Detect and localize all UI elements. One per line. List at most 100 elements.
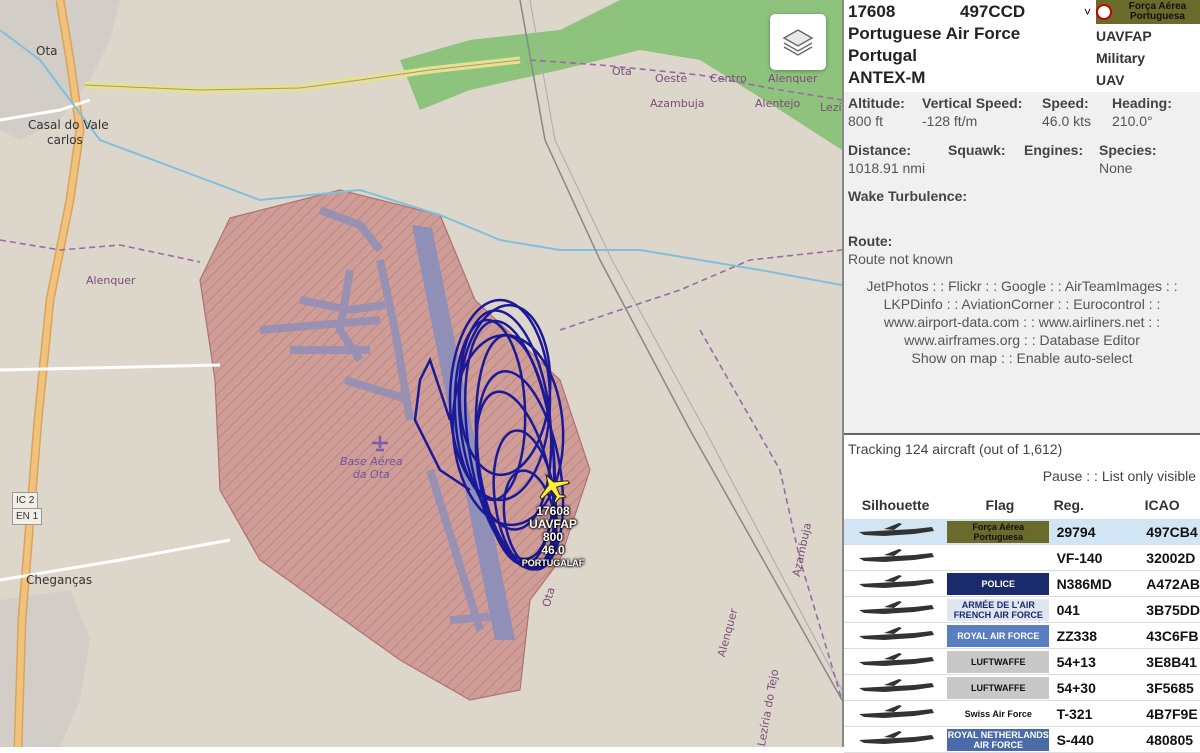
route-label: Route:: [848, 233, 893, 249]
place-ota-border: Ota: [612, 65, 632, 78]
place-base-aerea: Base Aérea da Ota: [340, 455, 403, 481]
place-alenquer-west: Alenquer: [86, 274, 136, 287]
links-line-2[interactable]: LKPDinfo : : AviationCorner : : Eurocont…: [850, 295, 1194, 313]
map-view[interactable]: Ota Casal do Vale carlos Alenquer Chegan…: [0, 0, 842, 747]
icao-cell: 480805: [1124, 726, 1200, 753]
header-reg[interactable]: Reg.: [1053, 491, 1125, 519]
icao-cell: 43C6FB: [1124, 622, 1200, 649]
silhouette-icon: [844, 596, 948, 623]
flag-badge: LUFTWAFFE: [947, 676, 1050, 699]
speed-value: 46.0 kts: [1042, 113, 1092, 129]
header-flag[interactable]: Flag: [947, 491, 1052, 519]
table-row[interactable]: Força Aérea Portuguesa 29794 497CB4: [844, 519, 1200, 545]
links-line-4[interactable]: www.airframes.org : : Database Editor: [850, 331, 1194, 349]
header-icao[interactable]: ICAO: [1124, 491, 1200, 519]
reg-cell: ZZ338: [1052, 622, 1125, 649]
table-row[interactable]: LUFTWAFFE 54+13 3E8B41: [844, 648, 1200, 675]
place-ota: Ota: [36, 44, 58, 58]
aircraft-list: Tracking 124 aircraft (out of 1,612) Pau…: [844, 433, 1200, 753]
road-shield-en1: EN 1: [12, 508, 43, 525]
selected-icao: 497CCD: [960, 2, 1026, 21]
silhouette-icon: [844, 674, 948, 701]
wake-label: Wake Turbulence:: [848, 188, 968, 204]
route-value: Route not known: [848, 251, 954, 267]
table-row[interactable]: ROYAL AIR FORCE ZZ338 43C6FB: [844, 622, 1200, 649]
selected-operator: Portuguese Air Force: [848, 24, 1021, 43]
chevron-down-icon[interactable]: ˅: [1084, 5, 1091, 19]
species-value: None: [1099, 160, 1133, 176]
sidebar-panel: 17608 497CCD Portuguese Air Force Portug…: [842, 0, 1200, 753]
label-speed: 46.0: [541, 543, 565, 557]
selected-flag: Força Aérea Portuguesa: [1096, 0, 1200, 24]
table-row[interactable]: ROYAL NETHERLANDS AIR FORCE S-440 480805: [844, 726, 1200, 753]
selected-country: Portugal: [848, 46, 917, 65]
selected-category: Military: [1096, 50, 1146, 66]
selected-hex: 17608: [848, 2, 896, 21]
icao-cell: 3B75DD: [1124, 596, 1200, 623]
altitude-label: Altitude:: [848, 95, 905, 111]
silhouette-icon: [844, 544, 948, 571]
reg-cell: 54+30: [1052, 674, 1125, 701]
icao-cell: 32002D: [1124, 544, 1200, 571]
links-line-1[interactable]: JetPhotos : : Flickr : : Google : : AirT…: [850, 277, 1194, 295]
reg-cell: 29794: [1052, 519, 1125, 545]
table-row[interactable]: ARMÉE DE L'AIR FRENCH AIR FORCE 041 3B75DD: [844, 596, 1200, 623]
distance-label: Distance:: [848, 142, 912, 158]
place-alenquer-north: Alenquer: [768, 72, 818, 85]
silhouette-icon: [844, 622, 948, 649]
table-row[interactable]: VF-140 32002D: [844, 544, 1200, 571]
roundel-icon: [1096, 4, 1112, 20]
place-oeste: Oeste: [655, 72, 688, 85]
icao-cell: 4B7F9E: [1124, 700, 1200, 727]
icao-cell: 3F5685: [1124, 674, 1200, 701]
external-links: JetPhotos : : Flickr : : Google : : AirT…: [850, 277, 1194, 367]
flag-badge: ROYAL AIR FORCE: [947, 624, 1050, 647]
place-lez: Lezí: [820, 101, 842, 114]
links-line-3[interactable]: www.airport-data.com : : www.airliners.n…: [850, 313, 1194, 331]
reg-cell: VF-140: [1052, 544, 1125, 571]
selected-aircraft-details: Altitude: 800 ft Vertical Speed: -128 ft…: [844, 92, 1200, 432]
place-carlos: carlos: [47, 133, 83, 147]
pause-link[interactable]: Pause: [1043, 468, 1083, 484]
table-row[interactable]: Swiss Air Force T-321 4B7F9E: [844, 700, 1200, 727]
icao-cell: 3E8B41: [1124, 648, 1200, 675]
species-label: Species:: [1099, 142, 1157, 158]
place-chegancas: Cheganças: [26, 573, 93, 587]
urban-area-chegancas: [0, 590, 90, 747]
reg-cell: T-321: [1052, 700, 1125, 727]
place-azambuja-north: Azambuja: [650, 97, 705, 110]
silhouette-icon: [844, 700, 948, 727]
engines-label: Engines:: [1024, 142, 1084, 158]
place-centro: Centro: [710, 72, 747, 85]
place-casal-do-vale: Casal do Vale: [28, 118, 109, 132]
aircraft-map-label[interactable]: 17608 UAVFAP 800 46.0 PORTUGALAF: [513, 505, 593, 570]
table-row[interactable]: POLICE N386MD A472AB: [844, 570, 1200, 597]
flag-badge: ARMÉE DE L'AIR FRENCH AIR FORCE: [947, 598, 1050, 621]
list-only-visible-link[interactable]: List only visible: [1102, 468, 1196, 484]
icao-cell: 497CB4: [1124, 519, 1200, 545]
selected-type: ANTEX-M: [848, 68, 926, 87]
silhouette-icon: [844, 726, 948, 753]
silhouette-icon: [844, 570, 948, 597]
flag-badge: Força Aérea Portuguesa: [947, 520, 1050, 543]
squawk-label: Squawk:: [948, 142, 1006, 158]
header-silhouette[interactable]: Silhouette: [844, 491, 947, 519]
distance-value: 1018.91 nmi: [848, 160, 926, 176]
flag-badge: [947, 547, 1049, 569]
layers-button[interactable]: [770, 14, 826, 70]
selected-callsign: UAVFAP: [1096, 28, 1152, 44]
road-shield-ic2: IC 2: [12, 492, 39, 509]
silhouette-icon: [844, 648, 948, 675]
silhouette-icon: [844, 519, 948, 545]
flag-badge: Swiss Air Force: [947, 702, 1050, 725]
speed-label: Speed:: [1042, 95, 1089, 111]
selected-class: UAV: [1096, 72, 1125, 88]
altitude-value: 800 ft: [848, 113, 884, 129]
place-alentejo: Alentejo: [755, 97, 801, 110]
table-row[interactable]: LUFTWAFFE 54+30 3F5685: [844, 674, 1200, 701]
selected-aircraft-header: 17608 497CCD Portuguese Air Force Portug…: [844, 0, 1200, 92]
label-operator: PORTUGALAF: [521, 558, 585, 568]
links-line-5[interactable]: Show on map : : Enable auto-select: [850, 349, 1194, 367]
heading-label: Heading:: [1112, 95, 1172, 111]
map-canvas[interactable]: [0, 0, 842, 747]
